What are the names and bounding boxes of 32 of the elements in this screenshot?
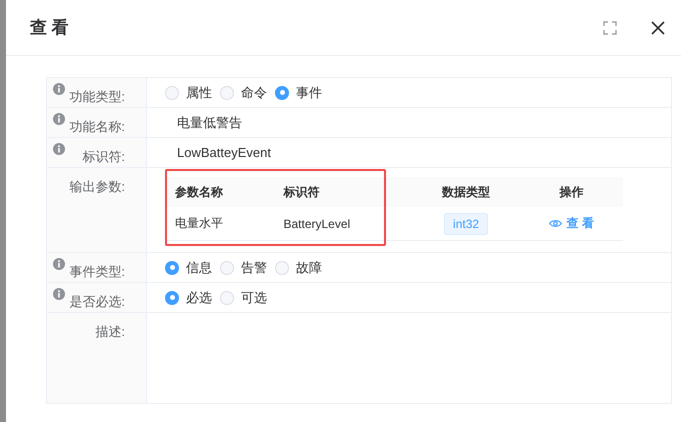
column-header: 数据类型: [412, 177, 520, 207]
radio-button[interactable]: [165, 290, 179, 304]
radio-label: 可选: [241, 288, 267, 306]
column-header: 操作: [520, 177, 623, 207]
radio-label: 命令: [241, 84, 267, 102]
radio-label: 事件: [296, 84, 322, 102]
fullscreen-icon[interactable]: [603, 20, 617, 34]
radio-button[interactable]: [165, 260, 179, 274]
radio-label: 必选: [186, 288, 212, 306]
column-header: 参数名称: [165, 177, 274, 207]
field-label: 功能类型:: [69, 89, 125, 104]
eye-icon: [549, 219, 562, 228]
radio-label: 信息: [186, 258, 212, 276]
dialog-title: 查 看: [30, 17, 70, 39]
view-link[interactable]: 查 看: [549, 215, 594, 232]
radio-label: 属性: [186, 84, 212, 102]
field-value: LowBatteyEvent: [177, 145, 271, 160]
radio-label: 故障: [296, 258, 322, 276]
radio-label: 告警: [241, 258, 267, 276]
type-tag: int32: [444, 212, 488, 234]
field-label: 标识符:: [82, 149, 125, 164]
field-label: 描述:: [95, 324, 125, 339]
field-label: 事件类型:: [69, 264, 125, 279]
radio-button[interactable]: [275, 86, 289, 100]
field-label: 是否必选:: [69, 294, 125, 309]
table-cell: BatteryLevel: [273, 207, 412, 240]
table-cell: 电量水平: [165, 207, 274, 240]
field-label: 功能名称:: [69, 119, 125, 134]
close-icon[interactable]: [651, 20, 665, 34]
field-value: 电量低警告: [177, 114, 242, 132]
field-label: 输出参数:: [69, 179, 125, 194]
column-header: 标识符: [273, 177, 412, 207]
